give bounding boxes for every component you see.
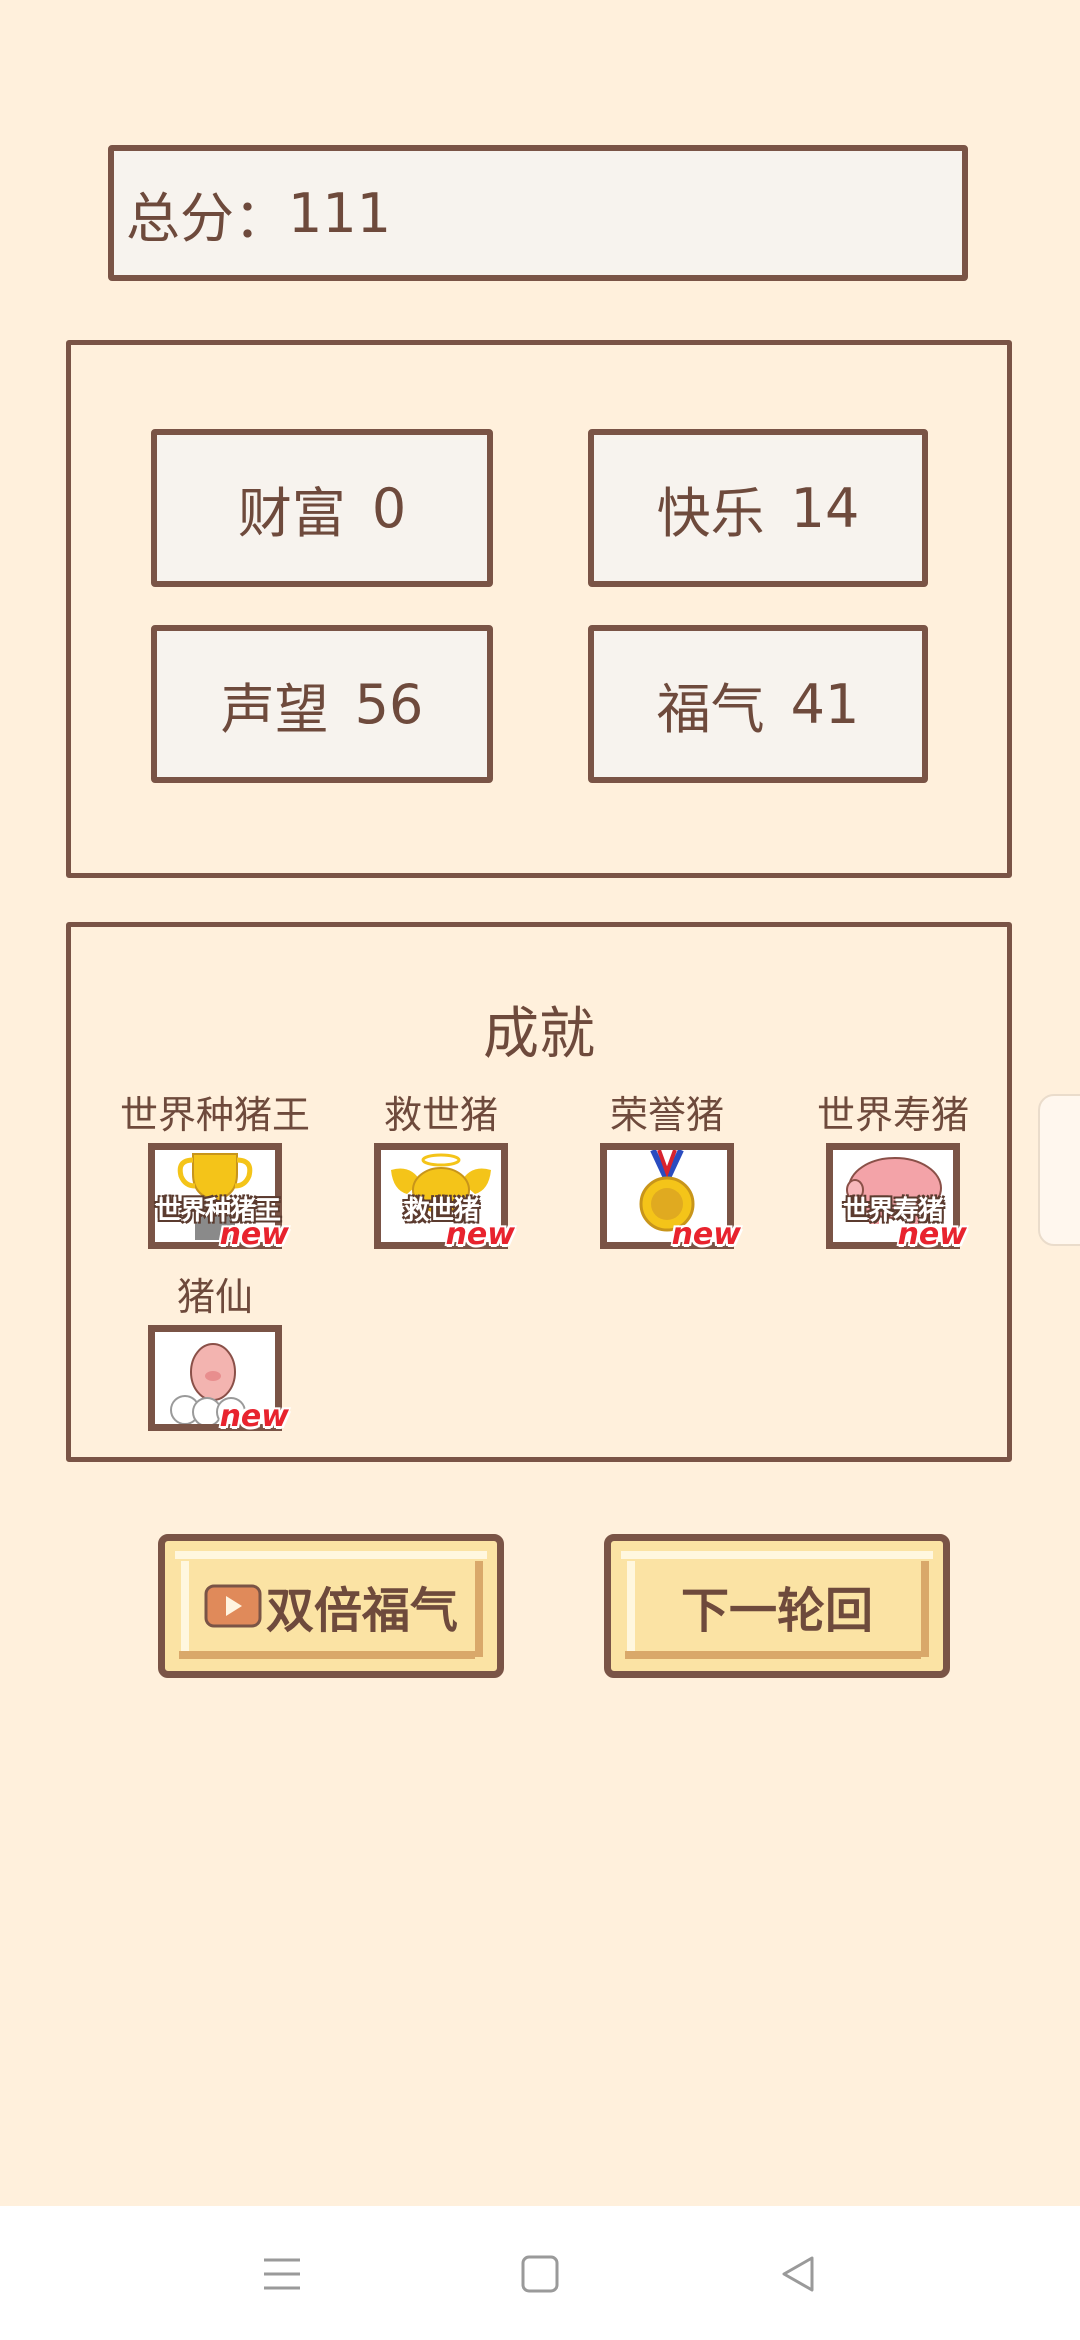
achievement-label: 世界寿猪 bbox=[816, 1093, 969, 1137]
stat-wealth: 财富 0 bbox=[151, 429, 493, 587]
next-round-button[interactable]: 下一轮回 bbox=[604, 1534, 950, 1678]
achievement-label: 世界种猪王 bbox=[119, 1093, 310, 1137]
stat-prestige-label: 声望 bbox=[220, 677, 329, 741]
stat-wealth-label: 财富 bbox=[237, 481, 346, 545]
achievement-badge: 世界种猪王 new bbox=[148, 1143, 289, 1252]
new-tag: new bbox=[445, 1217, 515, 1252]
stat-wealth-value: 0 bbox=[371, 476, 407, 540]
menu-icon[interactable] bbox=[262, 2254, 302, 2294]
achievement-badge: new bbox=[600, 1143, 741, 1252]
achievement-label: 救世猪 bbox=[383, 1093, 498, 1137]
stat-prestige-value: 56 bbox=[354, 672, 424, 736]
system-navigation-bar bbox=[0, 2206, 1080, 2340]
new-tag: new bbox=[897, 1217, 967, 1252]
achievement-item[interactable]: 救世猪 救世猪 new bbox=[331, 1087, 551, 1252]
achievement-item[interactable]: 荣誉猪 new bbox=[557, 1087, 777, 1252]
double-blessing-button[interactable]: 双倍福气 bbox=[158, 1534, 504, 1678]
achievement-label: 猪仙 bbox=[176, 1275, 253, 1319]
video-icon bbox=[204, 1584, 262, 1628]
new-tag: new bbox=[219, 1399, 289, 1434]
stat-happiness-label: 快乐 bbox=[656, 481, 765, 545]
stat-blessing-label: 福气 bbox=[656, 677, 765, 741]
achievement-item[interactable]: 世界种猪王 世界种猪王 new bbox=[105, 1087, 325, 1252]
achievement-badge: new bbox=[148, 1325, 289, 1434]
total-score-value: 111 bbox=[288, 181, 392, 245]
total-score-box: 总分： 111 bbox=[108, 145, 968, 281]
stat-prestige: 声望 56 bbox=[151, 625, 493, 783]
achievement-item[interactable]: 猪仙 new bbox=[105, 1269, 325, 1434]
back-icon[interactable] bbox=[778, 2254, 818, 2294]
new-tag: new bbox=[671, 1217, 741, 1252]
achievement-label: 荣誉猪 bbox=[609, 1093, 724, 1137]
achievements-panel: 成就 世界种猪王 世界种猪王 new 救世猪 救世猪 new 荣誉猪 new 世… bbox=[66, 922, 1012, 1462]
total-score-label: 总分： bbox=[126, 186, 288, 250]
next-round-label: 下一轮回 bbox=[680, 1583, 873, 1639]
stat-blessing: 福气 41 bbox=[588, 625, 928, 783]
home-icon[interactable] bbox=[520, 2254, 560, 2294]
stat-blessing-value: 41 bbox=[790, 672, 860, 736]
stat-happiness-value: 14 bbox=[790, 476, 860, 540]
stats-panel: 财富 0 快乐 14 声望 56 福气 41 bbox=[66, 340, 1012, 878]
stat-happiness: 快乐 14 bbox=[588, 429, 928, 587]
edge-side-tab[interactable] bbox=[1038, 1094, 1080, 1246]
achievement-item[interactable]: 世界寿猪 世界寿猪 new bbox=[783, 1087, 1003, 1252]
new-tag: new bbox=[219, 1217, 289, 1252]
double-blessing-label: 双倍福气 bbox=[265, 1583, 458, 1639]
achievement-badge: 世界寿猪 new bbox=[826, 1143, 967, 1252]
achievement-badge: 救世猪 new bbox=[374, 1143, 515, 1252]
achievements-title: 成就 bbox=[483, 1002, 595, 1067]
